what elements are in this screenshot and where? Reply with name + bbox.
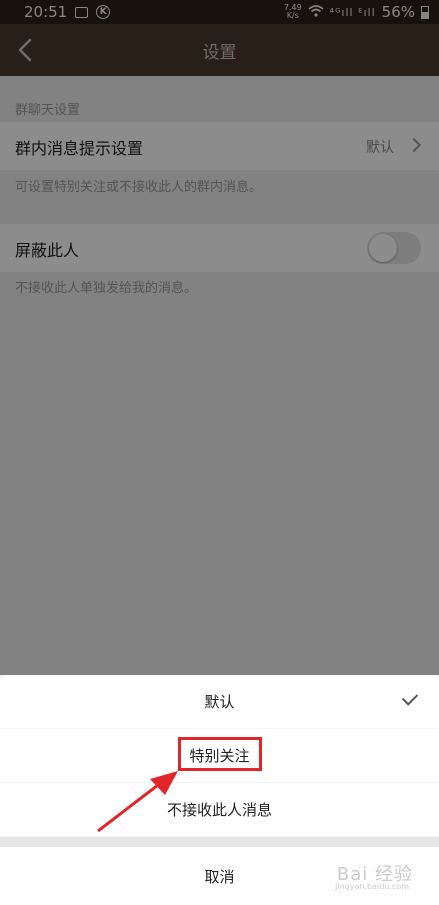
watermark-url: jingyan.baidu.com	[335, 882, 409, 891]
option-default-label: 默认	[204, 693, 235, 711]
sheet-divider	[0, 837, 439, 847]
checkmark-icon	[401, 689, 419, 706]
option-default[interactable]: 默认	[0, 675, 439, 728]
modal-overlay[interactable]	[0, 0, 439, 675]
cancel-label: 取消	[204, 867, 235, 886]
option-do-not-receive-label: 不接收此人消息	[166, 801, 272, 819]
annotation-highlight-box	[178, 737, 262, 771]
option-do-not-receive[interactable]: 不接收此人消息	[0, 783, 439, 836]
